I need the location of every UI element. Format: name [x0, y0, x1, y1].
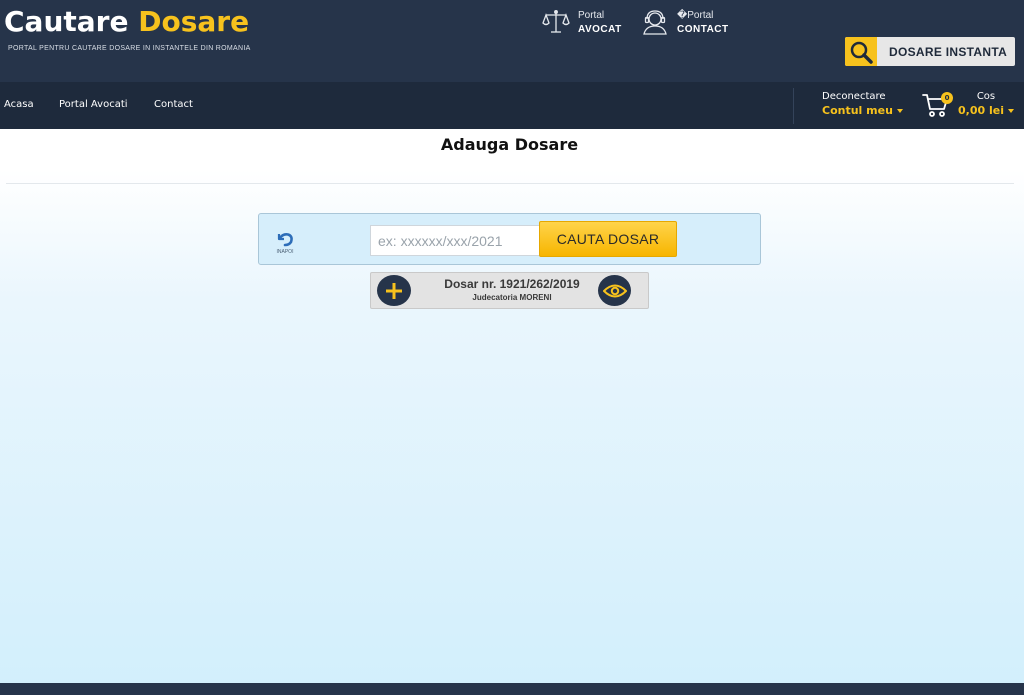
- account-menu[interactable]: Deconectare Contul meu: [822, 91, 903, 117]
- portal-lawyer-line1: Portal: [578, 10, 605, 21]
- portal-lawyer-line2: AVOCAT: [578, 24, 622, 35]
- portal-contact-line1: �Portal: [677, 10, 714, 21]
- cart-label: Cos: [976, 91, 996, 102]
- site-tagline: PORTAL PENTRU CAUTARE DOSARE IN INSTANTE…: [8, 45, 251, 52]
- case-result-card: Dosar nr. 1921/262/2019 Judecatoria MORE…: [370, 272, 649, 309]
- cart-total: 0,00 lei: [958, 104, 1014, 117]
- plus-icon: [386, 282, 402, 299]
- back-button[interactable]: INAPOI: [273, 231, 297, 255]
- logout-link[interactable]: Deconectare: [822, 91, 903, 102]
- user-headset-icon: [643, 10, 667, 35]
- cart-total-value: 0,00 lei: [958, 104, 1004, 117]
- title-divider: [6, 183, 1014, 184]
- nav-item-contact[interactable]: Contact: [154, 99, 193, 110]
- top-header: Cautare Dosare PORTAL PENTRU CAUTARE DOS…: [0, 0, 1024, 82]
- my-account-dropdown[interactable]: Contul meu: [822, 104, 903, 117]
- chevron-down-icon: [896, 109, 903, 113]
- scales-icon: [542, 10, 570, 33]
- undo-arrow-icon: [277, 233, 293, 247]
- portal-lawyer-link[interactable]: Portal AVOCAT: [542, 8, 622, 37]
- back-label: INAPOI: [276, 249, 294, 255]
- logo-text-main: Cautare: [4, 5, 129, 38]
- magnifier-icon: [845, 37, 877, 66]
- nav-item-lawyers[interactable]: Portal Avocati: [59, 99, 128, 110]
- portal-contact-link[interactable]: �Portal CONTACT: [641, 8, 729, 37]
- instant-cases-label: DOSARE INSTANTA: [889, 44, 1008, 59]
- search-panel: INAPOI CAUTA DOSAR: [258, 213, 761, 265]
- view-case-button[interactable]: [598, 275, 631, 306]
- logo-text-accent: Dosare: [138, 5, 250, 38]
- instant-cases-button[interactable]: DOSARE INSTANTA: [845, 37, 1015, 66]
- nav-item-home[interactable]: Acasa: [4, 99, 34, 110]
- search-case-button[interactable]: CAUTA DOSAR: [539, 221, 677, 257]
- chevron-down-icon: [1007, 109, 1014, 113]
- case-number-text: Dosar nr. 1921/262/2019: [444, 277, 580, 291]
- page-title: Adauga Dosare: [440, 135, 579, 154]
- my-account-label: Contul meu: [822, 104, 893, 117]
- cart-count-badge: 0: [941, 92, 953, 104]
- nav-divider: [793, 88, 794, 124]
- case-number-input[interactable]: [370, 225, 540, 256]
- add-case-button[interactable]: [377, 275, 411, 306]
- portal-contact-line2: CONTACT: [677, 24, 729, 35]
- site-logo[interactable]: Cautare Dosare: [4, 5, 249, 38]
- main-navbar: Acasa Portal Avocati Contact Deconectare…: [0, 82, 1024, 129]
- cart-menu[interactable]: Cos 0,00 lei: [958, 91, 1014, 117]
- eye-icon: [602, 284, 627, 297]
- case-court-text: Judecatoria MORENI: [472, 293, 552, 302]
- footer-bar: [0, 683, 1024, 695]
